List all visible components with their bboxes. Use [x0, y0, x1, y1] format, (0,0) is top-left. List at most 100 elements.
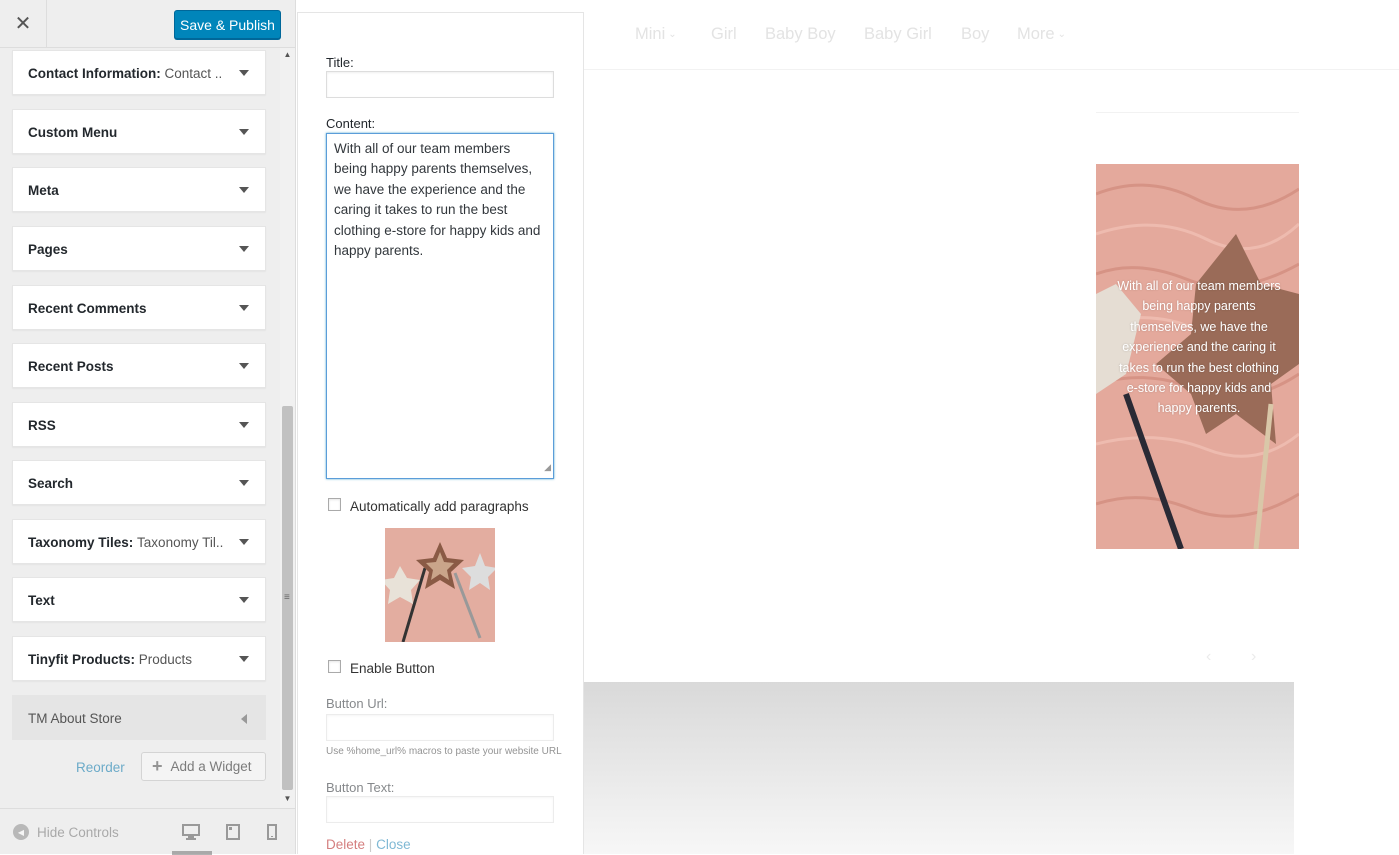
content-text: With all of our team members being happy…: [334, 141, 541, 259]
auto-paragraphs-checkbox[interactable]: [328, 498, 341, 511]
widget-custom-menu[interactable]: Custom Menu: [12, 109, 266, 154]
widget-title: Contact Information:: [28, 66, 161, 81]
nav-item-baby-boy[interactable]: Baby Boy: [765, 25, 836, 44]
scroll-down-arrow-icon[interactable]: ▼: [280, 794, 295, 806]
expand-arrow-icon[interactable]: [239, 246, 249, 252]
nav-item-baby-girl[interactable]: Baby Girl: [864, 25, 932, 44]
about-store-banner: With all of our team members being happy…: [1096, 164, 1299, 549]
widget-title: TM About Store: [28, 711, 122, 726]
site-preview: Mini ⌄ Girl Baby Boy Baby Girl Boy More ⌄: [584, 0, 1399, 854]
enable-button-label: Enable Button: [350, 661, 435, 676]
active-device-indicator: [172, 851, 212, 855]
widget-title: Recent Posts: [28, 359, 114, 374]
add-widget-button[interactable]: + Add a Widget: [141, 752, 266, 781]
expand-arrow-icon[interactable]: [239, 363, 249, 369]
widget-meta[interactable]: Meta: [12, 167, 266, 212]
expand-arrow-icon[interactable]: [239, 597, 249, 603]
widget-title: Meta: [28, 183, 59, 198]
grip-icon: ≡: [284, 592, 290, 603]
mobile-preview-icon[interactable]: [266, 824, 284, 840]
close-link[interactable]: Close: [376, 837, 411, 852]
customizer-footer: ◀ Hide Controls: [0, 808, 295, 855]
widget-pages[interactable]: Pages: [12, 226, 266, 271]
widget-taxonomy-tiles[interactable]: Taxonomy Tiles: Taxonomy Til...: [12, 519, 266, 564]
auto-paragraphs-label: Automatically add paragraphs: [350, 499, 529, 514]
nav-item-label: Baby Boy: [765, 25, 836, 43]
widget-title: Recent Comments: [28, 301, 147, 316]
widget-title: Taxonomy Tiles:: [28, 535, 134, 550]
nav-item-label: Mini: [635, 25, 666, 43]
collapse-arrow-icon[interactable]: [241, 714, 247, 724]
widget-text[interactable]: Text: [12, 577, 266, 622]
widget-recent-comments[interactable]: Recent Comments: [12, 285, 266, 330]
nav-item-girl[interactable]: Girl: [711, 25, 737, 44]
widget-title: Pages: [28, 242, 68, 257]
enable-button-checkbox[interactable]: [328, 660, 341, 673]
save-publish-button[interactable]: Save & Publish: [174, 10, 281, 39]
nav-item-more[interactable]: More ⌄: [1017, 25, 1066, 44]
about-store-text: With all of our team members being happy…: [1117, 279, 1281, 416]
divider: [1096, 112, 1299, 113]
nav-item-mini[interactable]: Mini ⌄: [635, 25, 677, 44]
nav-item-label: Baby Girl: [864, 25, 932, 43]
expand-arrow-icon[interactable]: [239, 129, 249, 135]
reorder-link[interactable]: Reorder: [76, 760, 125, 775]
collapse-circle-icon: ◀: [13, 824, 29, 840]
delete-link[interactable]: Delete: [326, 837, 365, 852]
widget-contact-information[interactable]: Contact Information: Contact ...: [12, 50, 266, 95]
button-text-label: Button Text:: [326, 780, 395, 795]
widget-subtitle: Contact ...: [164, 66, 223, 81]
widget-title: Custom Menu: [28, 125, 118, 140]
expand-arrow-icon[interactable]: [239, 187, 249, 193]
footer-band: [584, 682, 1294, 854]
button-url-input[interactable]: [326, 714, 554, 741]
nav-item-label: Girl: [711, 25, 737, 43]
title-input[interactable]: [326, 71, 554, 98]
widget-form-actions: Delete | Close: [326, 837, 411, 852]
scroll-up-arrow-icon[interactable]: ▲: [280, 50, 295, 62]
widget-title: Tinyfit Products:: [28, 652, 136, 667]
expand-arrow-icon[interactable]: [239, 480, 249, 486]
widget-title: RSS: [28, 418, 56, 433]
button-text-input[interactable]: [326, 796, 554, 823]
content-textarea[interactable]: With all of our team members being happy…: [326, 133, 554, 479]
chevron-down-icon: ⌄: [1057, 29, 1066, 40]
sidebar-scrollbar[interactable]: ▲ ≡ ▼: [280, 48, 295, 808]
desktop-preview-icon[interactable]: [182, 824, 200, 840]
widget-title: Text: [28, 593, 55, 608]
tablet-preview-icon[interactable]: [225, 824, 243, 840]
expand-arrow-icon[interactable]: [239, 539, 249, 545]
customizer-header: ✕ Save & Publish: [0, 0, 295, 48]
widget-tinyfit-products[interactable]: Tinyfit Products: Products: [12, 636, 266, 681]
nav-item-boy[interactable]: Boy: [961, 25, 989, 44]
tm-about-store-widget-form: Title: Content: With all of our team mem…: [297, 12, 584, 854]
expand-arrow-icon[interactable]: [239, 70, 249, 76]
expand-arrow-icon[interactable]: [239, 305, 249, 311]
hide-controls-button[interactable]: ◀ Hide Controls: [13, 824, 119, 840]
widget-tm-about-store[interactable]: TM About Store: [12, 695, 266, 740]
hide-controls-label: Hide Controls: [37, 824, 119, 840]
nav-item-label: Boy: [961, 25, 990, 43]
slider-next-icon[interactable]: ›: [1251, 648, 1256, 666]
widget-search[interactable]: Search: [12, 460, 266, 505]
title-label: Title:: [326, 55, 354, 70]
about-image-thumbnail[interactable]: [385, 528, 495, 642]
expand-arrow-icon[interactable]: [239, 656, 249, 662]
widget-subtitle: Taxonomy Til...: [137, 535, 223, 550]
main-navigation: Mini ⌄ Girl Baby Boy Baby Girl Boy More ⌄: [584, 0, 1399, 70]
close-icon: ✕: [14, 13, 32, 35]
slider-prev-icon[interactable]: ‹: [1206, 648, 1211, 666]
plus-icon: +: [152, 756, 163, 776]
customizer-sidebar: ✕ Save & Publish Contact Information: Co…: [0, 0, 296, 855]
widget-subtitle: Products: [138, 652, 193, 667]
expand-arrow-icon[interactable]: [239, 422, 249, 428]
button-url-help-text: Use %home_url% macros to paste your webs…: [326, 746, 562, 757]
widget-title: Search: [28, 476, 74, 491]
chevron-down-icon: ⌄: [668, 29, 677, 40]
resize-handle-icon[interactable]: ◢: [544, 457, 551, 477]
widget-rss[interactable]: RSS: [12, 402, 266, 447]
close-customizer-button[interactable]: ✕: [0, 0, 47, 47]
scrollbar-thumb[interactable]: ≡: [282, 406, 293, 790]
widget-recent-posts[interactable]: Recent Posts: [12, 343, 266, 388]
nav-item-label: More: [1017, 25, 1055, 43]
